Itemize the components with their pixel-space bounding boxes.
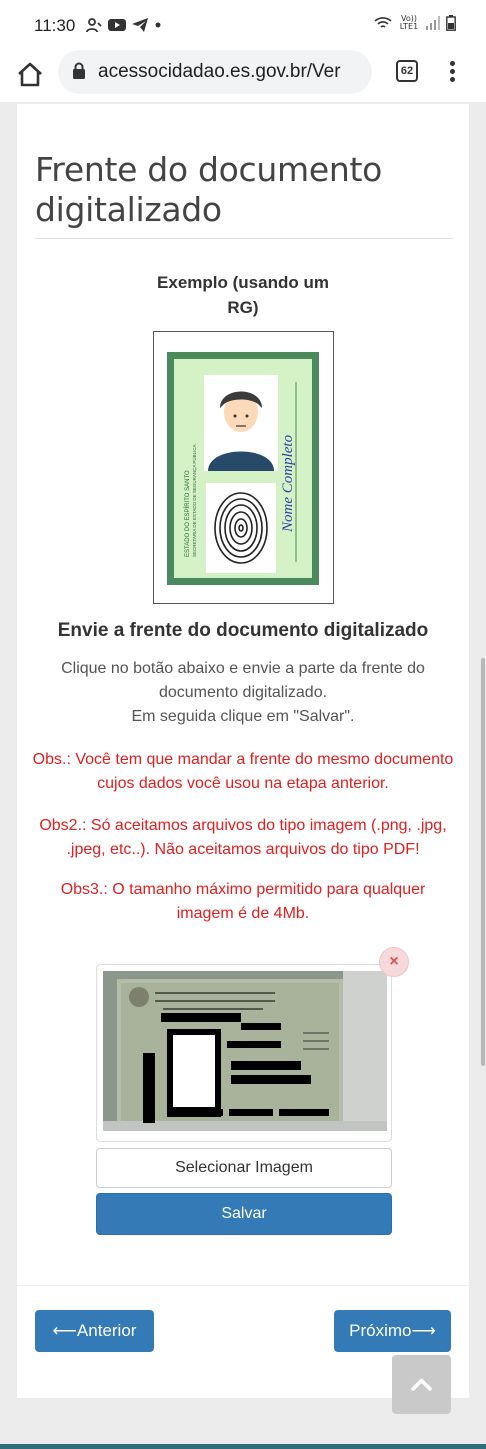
system-icons: Vo)) LTE1 xyxy=(374,15,456,31)
bottom-edge xyxy=(0,1444,486,1449)
telegram-icon xyxy=(132,18,148,32)
browser-toolbar: acessocidadao.es.gov.br/Ver 62 xyxy=(0,50,486,102)
contact-icon xyxy=(86,18,102,33)
next-label: Próximo xyxy=(349,1321,412,1340)
example-caption: Exemplo (usando um RG) xyxy=(157,273,329,317)
uploaded-document-photo xyxy=(103,971,387,1131)
section-heading: Envie a frente do documento digitalizado xyxy=(57,620,429,641)
page-title: Frente do documento digitalizado xyxy=(35,150,382,229)
address-bar[interactable]: acessocidadao.es.gov.br/Ver xyxy=(58,50,372,94)
card-state-line1: ESTADO DO ESPÍRITO SANTO xyxy=(184,470,191,557)
arrow-right-icon: ⟶ xyxy=(411,1321,436,1340)
previous-label: Anterior xyxy=(76,1321,137,1340)
example-id-image: ESTADO DO ESPÍRITO SANTO SECRETARIA DE E… xyxy=(153,331,334,604)
arrow-left-icon: ⟵ xyxy=(52,1321,77,1340)
uploaded-image-preview xyxy=(96,964,392,1142)
network-label: Vo)) LTE1 xyxy=(399,14,419,31)
home-icon[interactable] xyxy=(14,58,46,90)
previous-button[interactable]: ⟵Anterior xyxy=(35,1310,154,1352)
instructions-line1: Clique no botão abaixo e envie a parte d… xyxy=(61,660,425,701)
youtube-icon xyxy=(108,19,126,31)
footer-divider xyxy=(17,1285,469,1286)
id-card-illustration: ESTADO DO ESPÍRITO SANTO SECRETARIA DE E… xyxy=(167,352,319,585)
content-card: Frente do documento digitalizado Exemplo… xyxy=(17,104,469,1398)
lock-icon xyxy=(73,62,85,79)
chevron-up-icon xyxy=(411,1378,432,1391)
warning-obs3: Obs3.: O tamanho máximo permitido para q… xyxy=(60,881,426,922)
warning-obs1: Obs.: Você tem que mandar a frente do me… xyxy=(32,751,454,792)
next-button[interactable]: Próximo⟶ xyxy=(334,1310,451,1352)
url-text: acessocidadao.es.gov.br/Ver xyxy=(98,61,341,82)
signal-icon xyxy=(426,16,440,30)
instructions-line2: Em seguida clique em "Salvar". xyxy=(131,708,355,725)
card-state-line2: SECRETARIA DE ESTADO DE SEGURANÇA PÚBLIC… xyxy=(191,444,197,557)
wifi-icon xyxy=(374,17,392,28)
browser-menu-button[interactable] xyxy=(442,58,462,88)
notification-icons xyxy=(86,17,162,33)
title-divider xyxy=(35,238,453,239)
scroll-to-top-button[interactable] xyxy=(392,1355,451,1414)
status-time: 11:30 xyxy=(34,16,76,35)
page-scrollbar[interactable] xyxy=(481,658,485,1066)
dot-icon xyxy=(155,22,161,28)
remove-image-button[interactable]: × xyxy=(379,947,409,977)
tab-switcher-button[interactable]: 62 xyxy=(396,60,418,82)
battery-icon xyxy=(446,15,456,31)
card-signature: Nome Completo xyxy=(280,434,296,533)
instructions-text: Clique no botão abaixo e envie a parte d… xyxy=(17,657,469,729)
status-bar: 11:30 Vo)) LTE1 xyxy=(0,0,486,50)
save-button[interactable]: Salvar xyxy=(96,1193,392,1235)
select-image-button[interactable]: Selecionar Imagem xyxy=(96,1148,392,1188)
warning-obs2: Obs2.: Só aceitamos arquivos do tipo ima… xyxy=(39,817,447,858)
